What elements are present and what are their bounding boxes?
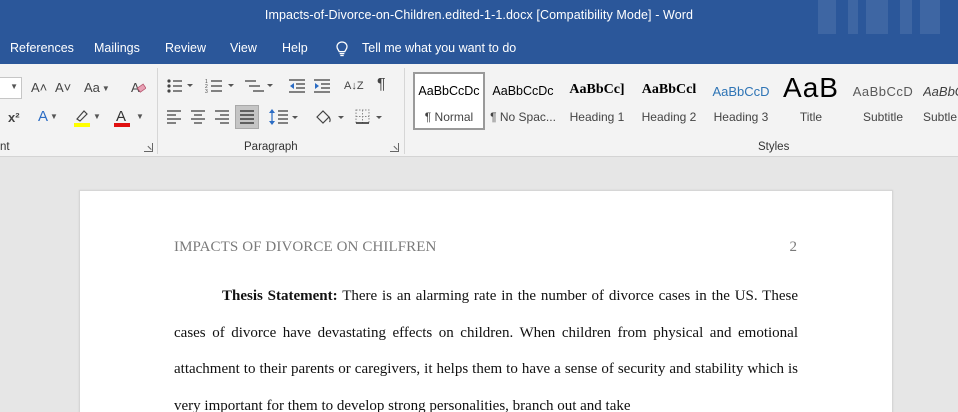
ribbon-tabs: References Mailings Review View Help Tel…: [0, 34, 958, 64]
style-subtitle[interactable]: AaBbCcD Subtitle: [847, 72, 919, 130]
group-separator: [404, 68, 405, 154]
font-group-label: nt: [0, 141, 10, 153]
svg-text:3: 3: [205, 89, 208, 94]
font-size-dropdown[interactable]: ▼: [0, 77, 22, 99]
shrink-font-icon[interactable]: A˅: [55, 80, 71, 96]
style-heading-3[interactable]: AaBbCcD Heading 3: [705, 72, 777, 130]
chevron-down-icon: ▼: [93, 112, 101, 121]
title-bar-decoration: [808, 0, 958, 34]
borders-icon[interactable]: [354, 108, 386, 126]
increase-indent-icon[interactable]: [313, 78, 331, 94]
chevron-down-icon: ▼: [136, 112, 144, 121]
line-spacing-icon[interactable]: [268, 108, 300, 126]
style-name: Subtitle: [862, 110, 904, 124]
sort-icon[interactable]: A↓Z: [344, 78, 364, 94]
text-effects-button[interactable]: A ▼: [38, 109, 58, 125]
style-sample: AaB: [783, 72, 839, 103]
tab-view[interactable]: View: [230, 41, 257, 55]
style-title[interactable]: AaB Title: [775, 72, 847, 130]
style-subtle[interactable]: AaBbC Subtle: [919, 72, 958, 130]
thesis-label: Thesis Statement:: [222, 288, 338, 304]
paragraph-text: There is an alarming rate in the number …: [174, 288, 798, 412]
highlighter-icon: [74, 110, 90, 127]
style-name: Subtle: [923, 110, 958, 124]
style-name: Heading 1: [569, 110, 625, 124]
chevron-down-icon: ▼: [10, 82, 18, 91]
grow-font-icon[interactable]: A˄: [31, 80, 47, 96]
font-color-button[interactable]: A ▼: [114, 108, 144, 128]
style-sample: AaBbC: [923, 84, 958, 99]
font-color-swatch: [114, 123, 130, 127]
style-sample: AaBbCcDc: [492, 84, 554, 98]
chevron-down-icon: ▼: [50, 112, 58, 122]
tell-me-search[interactable]: Tell me what you want to do: [362, 41, 516, 55]
chevron-down-icon: ▼: [101, 83, 110, 93]
ribbon: ▼ A˄ A˅ Aa ▼ A x² A ▼ ▼ A ▼ nt 1 2 3 A↓Z…: [0, 64, 958, 157]
numbering-icon[interactable]: 1 2 3: [205, 78, 237, 94]
style-sample: AaBbCcD: [852, 84, 914, 99]
highlight-color-button[interactable]: ▼: [73, 108, 101, 128]
styles-group-label: Styles: [758, 141, 790, 153]
style-sample: AaBbCcD: [712, 84, 770, 99]
style-sample: AaBbCcDc: [418, 84, 480, 98]
style-name: Title: [799, 110, 823, 124]
style-name: Heading 2: [641, 110, 697, 124]
tab-mailings[interactable]: Mailings: [94, 41, 140, 55]
justify-icon: [240, 110, 254, 124]
style-name: ¶ No Spac...: [490, 110, 556, 124]
paragraph-dialog-launcher[interactable]: [390, 143, 399, 152]
font-dialog-launcher[interactable]: [144, 143, 153, 152]
style-name: ¶ Normal: [424, 110, 474, 124]
style-name: Heading 3: [713, 110, 769, 124]
bullets-icon[interactable]: [166, 78, 196, 94]
style-sample: AaBbCcl: [641, 82, 697, 97]
align-left-icon[interactable]: [166, 110, 182, 124]
page-number: 2: [789, 239, 798, 255]
change-case-button[interactable]: Aa ▼: [84, 80, 110, 97]
justify-button[interactable]: [235, 105, 259, 129]
align-center-icon[interactable]: [190, 110, 206, 124]
pilcrow-icon[interactable]: ¶: [377, 77, 386, 93]
title-bar: Impacts-of-Divorce-on-Children.edited-1-…: [0, 0, 958, 34]
style-normal[interactable]: AaBbCcDc ¶ Normal: [413, 72, 485, 130]
style-heading-1[interactable]: AaBbCc] Heading 1: [561, 72, 633, 130]
lightbulb-icon[interactable]: [333, 40, 351, 58]
style-no-spacing[interactable]: AaBbCcDc ¶ No Spac...: [487, 72, 559, 130]
paragraph-group-label: Paragraph: [244, 141, 298, 153]
superscript-icon[interactable]: x²: [8, 110, 20, 126]
align-right-icon[interactable]: [214, 110, 230, 124]
tab-references[interactable]: References: [10, 41, 74, 55]
shading-icon[interactable]: [314, 108, 346, 126]
text-effects-icon: A: [38, 108, 49, 125]
document-page[interactable]: IMPACTS OF DIVORCE ON CHILFREN 2 Thesis …: [79, 190, 893, 412]
tab-help[interactable]: Help: [282, 41, 308, 55]
clear-formatting-icon[interactable]: A: [130, 79, 146, 95]
group-separator: [157, 68, 158, 154]
decrease-indent-icon[interactable]: [288, 78, 306, 94]
body-paragraph[interactable]: Thesis Statement: There is an alarming r…: [174, 278, 798, 412]
tab-review[interactable]: Review: [165, 41, 206, 55]
style-heading-2[interactable]: AaBbCcl Heading 2: [633, 72, 705, 130]
styles-gallery: AaBbCcDc ¶ Normal AaBbCcDc ¶ No Spac... …: [413, 72, 958, 130]
multilevel-list-icon[interactable]: [244, 78, 276, 94]
running-head: IMPACTS OF DIVORCE ON CHILFREN: [174, 239, 437, 255]
style-sample: AaBbCc]: [569, 82, 625, 97]
change-case-icon: Aa: [84, 80, 100, 95]
document-workspace: IMPACTS OF DIVORCE ON CHILFREN 2 Thesis …: [0, 157, 958, 412]
